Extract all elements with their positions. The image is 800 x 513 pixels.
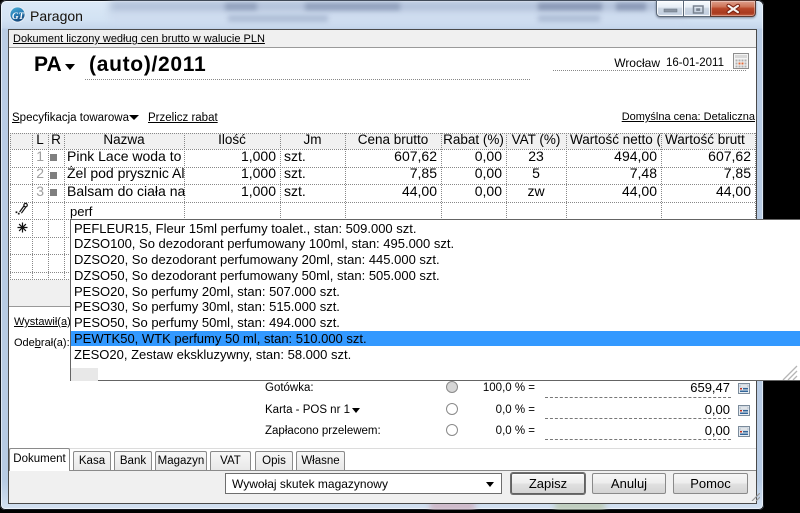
svg-text:GT: GT [12,11,24,21]
